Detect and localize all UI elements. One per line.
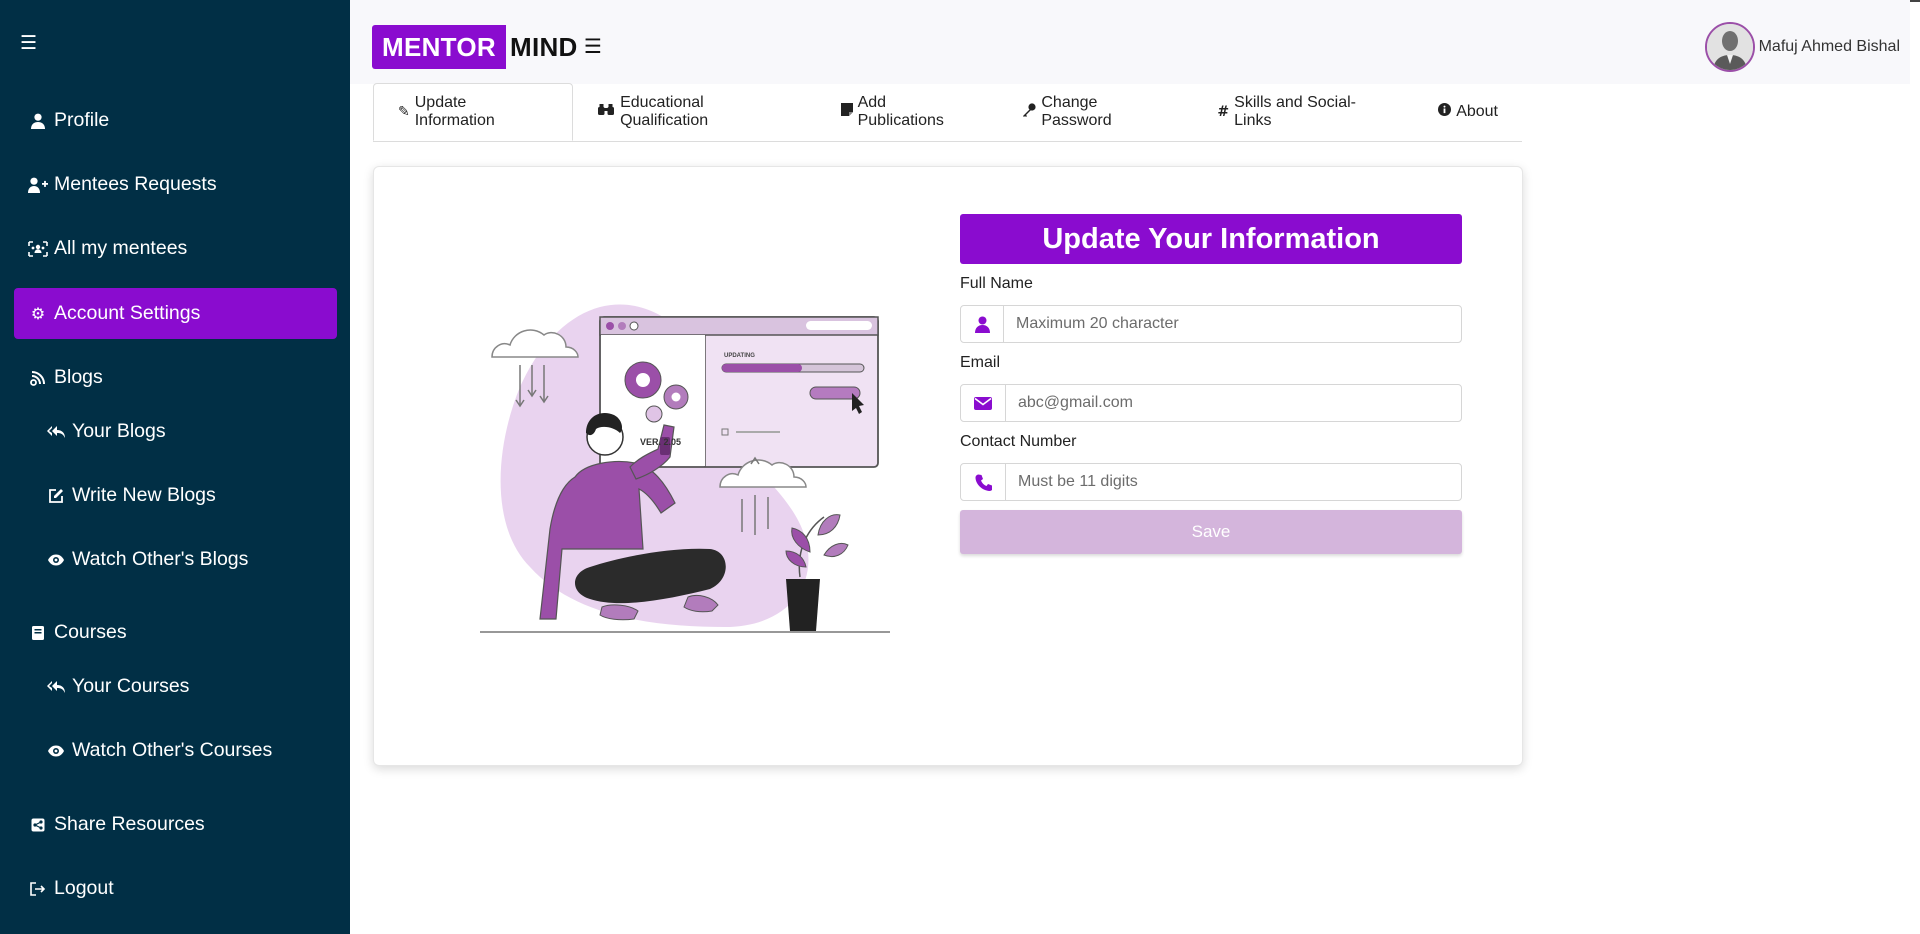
sidebar-toggle-icon[interactable]: ☰ bbox=[20, 32, 37, 54]
contact-number-group bbox=[960, 463, 1462, 501]
sticky-note-icon bbox=[840, 103, 853, 120]
tab-change-password[interactable]: Change Password bbox=[998, 83, 1193, 140]
sidebar-item-label: Account Settings bbox=[54, 302, 201, 324]
update-info-card: VER. 2.05 UPDATING Update Your Informati… bbox=[373, 166, 1523, 766]
full-name-input[interactable] bbox=[1004, 306, 1461, 342]
info-icon bbox=[1438, 103, 1452, 120]
settings-tabs: ✎ Update Information Educational Qualifi… bbox=[373, 83, 1522, 142]
sidebar-item-blogs[interactable]: Blogs bbox=[14, 352, 337, 403]
logo-mentor: MENTOR bbox=[372, 25, 506, 69]
avatar-silhouette-icon bbox=[1706, 24, 1753, 70]
full-name-group bbox=[960, 305, 1462, 343]
email-label: Email bbox=[960, 354, 1001, 371]
user-name: Mafuj Ahmed Bishal bbox=[1758, 38, 1900, 55]
sidebar-item-label: Blogs bbox=[54, 366, 103, 388]
user-icon bbox=[28, 113, 48, 129]
form-title: Update Your Information bbox=[960, 214, 1462, 264]
reply-all-icon bbox=[46, 680, 66, 694]
tab-educational-qualification[interactable]: Educational Qualification bbox=[573, 83, 817, 140]
sidebar-item-label: Mentees Requests bbox=[54, 173, 217, 195]
email-group bbox=[960, 384, 1462, 422]
user-plus-icon bbox=[28, 177, 48, 193]
sidebar-item-mentees-requests[interactable]: Mentees Requests bbox=[14, 159, 337, 210]
binoculars-icon bbox=[597, 103, 615, 120]
sidebar-item-label: Watch Other's Blogs bbox=[72, 548, 249, 570]
sidebar-item-your-blogs[interactable]: Your Blogs bbox=[32, 406, 337, 457]
sidebar-item-label: Watch Other's Courses bbox=[72, 739, 273, 761]
logo[interactable]: MENTOR MIND bbox=[372, 25, 578, 69]
full-name-label: Full Name bbox=[960, 275, 1033, 292]
tab-about[interactable]: About bbox=[1414, 83, 1522, 140]
tab-skills-social-links[interactable]: # Skills and Social-Links bbox=[1193, 83, 1414, 140]
sidebar-item-your-courses[interactable]: Your Courses bbox=[32, 661, 337, 712]
avatar bbox=[1704, 22, 1755, 72]
eye-icon bbox=[46, 554, 66, 566]
tab-label: Skills and Social-Links bbox=[1234, 93, 1356, 129]
sidebar-item-label: Write New Blogs bbox=[72, 484, 216, 506]
hashtag-icon: # bbox=[1217, 103, 1230, 120]
envelope-icon bbox=[961, 385, 1006, 421]
tab-label: Add Publications bbox=[857, 93, 944, 129]
user-menu[interactable]: Mafuj Ahmed Bishal bbox=[1704, 22, 1900, 72]
email-input[interactable] bbox=[1006, 385, 1461, 421]
reply-all-icon bbox=[46, 425, 66, 439]
sidebar-item-watch-others-blogs[interactable]: Watch Other's Blogs bbox=[32, 534, 337, 585]
contact-number-input[interactable] bbox=[1006, 464, 1461, 500]
blog-icon bbox=[28, 370, 48, 386]
phone-icon bbox=[961, 464, 1006, 500]
sidebar-item-share-resources[interactable]: Share Resources bbox=[14, 799, 337, 850]
version-label: VER. 2.05 bbox=[640, 437, 681, 447]
sidebar-item-account-settings[interactable]: ⚙ Account Settings bbox=[14, 288, 337, 339]
tab-label: Educational Qualification bbox=[620, 93, 709, 129]
edit-icon bbox=[46, 488, 66, 504]
sidebar-item-profile[interactable]: Profile bbox=[14, 95, 337, 146]
sidebar-item-label: Your Blogs bbox=[72, 420, 166, 442]
sidebar-item-label: Logout bbox=[54, 877, 114, 899]
share-icon bbox=[28, 818, 48, 832]
book-icon bbox=[28, 625, 48, 641]
tab-label: Update Information bbox=[414, 94, 495, 129]
gear-icon: ⚙ bbox=[30, 304, 46, 323]
sidebar-item-label: Share Resources bbox=[54, 813, 205, 835]
sidebar: ☰ Profile Mentees Requests All my mentee… bbox=[0, 0, 350, 934]
sidebar-item-watch-others-courses[interactable]: Watch Other's Courses bbox=[32, 725, 337, 776]
sidebar-item-write-new-blogs[interactable]: Write New Blogs bbox=[32, 470, 337, 521]
update-illustration: VER. 2.05 UPDATING bbox=[480, 304, 890, 633]
tab-label: About bbox=[1456, 102, 1498, 120]
sidebar-item-all-my-mentees[interactable]: All my mentees bbox=[14, 223, 337, 274]
sidebar-item-label: All my mentees bbox=[54, 237, 188, 259]
key-icon bbox=[1022, 102, 1036, 121]
sidebar-item-logout[interactable]: Logout bbox=[14, 863, 337, 914]
menu-toggle-icon[interactable]: ☰ bbox=[584, 34, 602, 58]
users-rect-icon bbox=[28, 240, 48, 257]
tab-update-information[interactable]: ✎ Update Information bbox=[373, 83, 574, 141]
sidebar-item-courses[interactable]: Courses bbox=[14, 607, 337, 658]
save-button[interactable]: Save bbox=[960, 510, 1462, 554]
contact-number-label: Contact Number bbox=[960, 433, 1077, 450]
logout-icon bbox=[28, 881, 48, 896]
updating-label: UPDATING bbox=[724, 353, 755, 359]
tab-add-publications[interactable]: Add Publications bbox=[817, 83, 999, 140]
logo-mind: MIND bbox=[510, 31, 578, 62]
sidebar-item-label: Profile bbox=[54, 109, 110, 131]
eye-icon bbox=[46, 745, 66, 757]
sidebar-item-label: Courses bbox=[54, 621, 127, 643]
pencil-icon: ✎ bbox=[398, 104, 410, 120]
top-header: MENTOR MIND ☰ Mafuj Ahmed Bishal bbox=[350, 0, 1920, 84]
tab-label: Change Password bbox=[1041, 93, 1112, 129]
sidebar-item-label: Your Courses bbox=[72, 675, 190, 697]
user-icon bbox=[961, 306, 1004, 342]
